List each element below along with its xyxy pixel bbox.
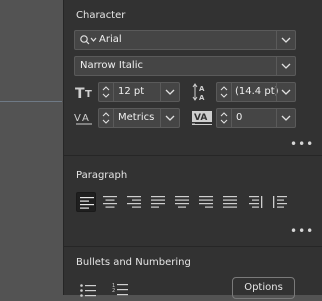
font-size-stepper[interactable] <box>99 83 114 101</box>
svg-text:A: A <box>199 94 205 101</box>
align-right-icon <box>127 196 141 208</box>
justify-all-icon <box>223 196 237 208</box>
svg-text:T: T <box>75 86 85 100</box>
bullets-options-button[interactable]: Options <box>232 277 295 299</box>
leading-icon: A A <box>192 83 212 105</box>
chevron-down-icon[interactable] <box>160 83 179 101</box>
justify-right-icon <box>199 196 213 208</box>
align-center-icon <box>103 196 117 208</box>
leading-stepper[interactable] <box>217 83 232 101</box>
svg-text:A: A <box>199 85 205 93</box>
justify-left-icon <box>151 196 165 208</box>
character-more-options[interactable]: ••• <box>290 137 314 151</box>
svg-text:VA: VA <box>194 113 207 123</box>
properties-panel: Character Arial Narrow Italic T T 12 pt … <box>63 0 322 299</box>
align-left-button[interactable] <box>76 192 96 212</box>
align-center-button[interactable] <box>100 192 120 212</box>
align-away-from-spine-icon <box>273 196 287 208</box>
svg-text:A: A <box>82 113 89 124</box>
bulleted-list-icon[interactable] <box>80 282 96 301</box>
align-towards-spine-icon <box>249 196 263 208</box>
font-style-value: Narrow Italic <box>80 60 143 71</box>
kerning-field[interactable]: Metrics <box>98 108 180 128</box>
divider <box>64 155 322 156</box>
chevron-down-icon[interactable] <box>276 109 295 127</box>
font-style-field[interactable]: Narrow Italic <box>74 56 296 76</box>
guide-line <box>0 101 62 102</box>
justify-left-button[interactable] <box>148 192 168 212</box>
leading-field[interactable]: (14.4 pt) <box>216 82 296 102</box>
justify-all-button[interactable] <box>220 192 240 212</box>
font-family-value: Arial <box>99 34 122 45</box>
align-away-from-spine-button[interactable] <box>270 192 290 212</box>
svg-text:T: T <box>85 89 92 100</box>
tracking-icon: VA <box>192 110 212 130</box>
font-size-field[interactable]: 12 pt <box>98 82 180 102</box>
justify-center-icon <box>175 196 189 208</box>
tracking-field[interactable]: 0 <box>216 108 296 128</box>
font-search-icon <box>79 34 99 49</box>
leading-value: (14.4 pt) <box>235 86 279 97</box>
tracking-stepper[interactable] <box>217 109 232 127</box>
canvas-area <box>0 0 62 295</box>
kerning-icon: V A <box>74 110 96 130</box>
divider <box>64 246 322 247</box>
svg-text:V: V <box>74 113 81 124</box>
kerning-stepper[interactable] <box>99 109 114 127</box>
align-right-button[interactable] <box>124 192 144 212</box>
paragraph-title: Paragraph <box>76 170 128 181</box>
justify-center-button[interactable] <box>172 192 192 212</box>
character-title: Character <box>76 10 126 21</box>
font-size-value: 12 pt <box>118 86 145 97</box>
kerning-value: Metrics <box>118 112 155 123</box>
chevron-down-icon[interactable] <box>276 57 295 75</box>
font-size-icon: T T <box>75 84 95 104</box>
bullets-title: Bullets and Numbering <box>76 257 191 268</box>
chevron-down-icon[interactable] <box>160 109 179 127</box>
numbered-list-icon[interactable]: 1 2 <box>112 281 128 300</box>
font-family-field[interactable]: Arial <box>74 30 296 50</box>
align-towards-spine-button[interactable] <box>246 192 266 212</box>
chevron-down-icon[interactable] <box>276 31 295 49</box>
paragraph-more-options[interactable]: ••• <box>290 224 314 238</box>
chevron-down-icon[interactable] <box>276 83 295 101</box>
svg-text:2: 2 <box>112 288 115 294</box>
align-left-icon <box>80 197 94 209</box>
justify-right-button[interactable] <box>196 192 216 212</box>
tracking-value: 0 <box>236 112 243 123</box>
